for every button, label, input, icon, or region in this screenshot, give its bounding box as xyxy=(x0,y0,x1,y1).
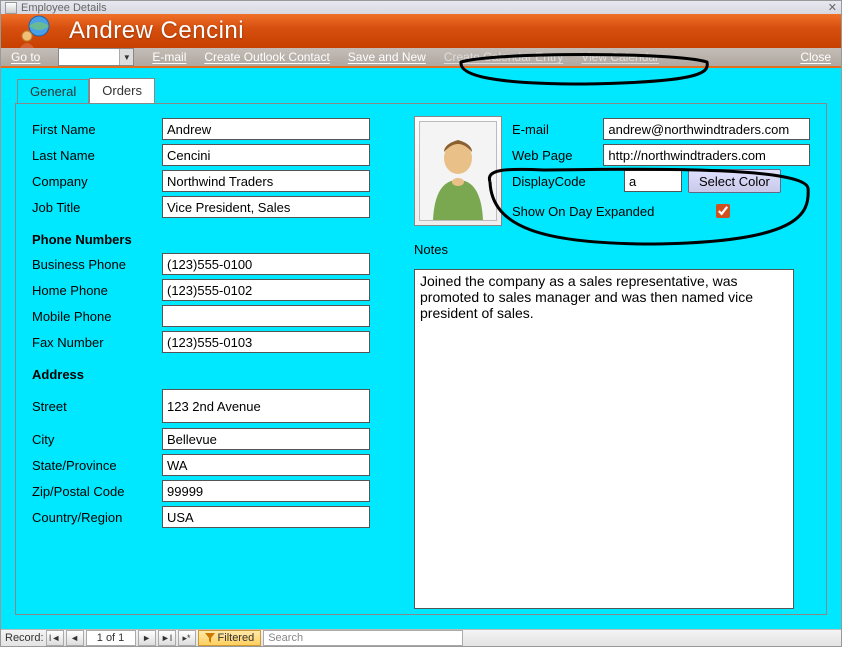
notes-field[interactable] xyxy=(414,269,794,609)
company-field[interactable] xyxy=(162,170,370,192)
fax-field[interactable] xyxy=(162,331,370,353)
goto-label: Go to xyxy=(11,50,40,64)
zip-label: Zip/Postal Code xyxy=(32,484,162,499)
select-color-button[interactable]: Select Color xyxy=(688,169,781,193)
email-field[interactable] xyxy=(603,118,810,140)
show-on-day-expanded-checkbox[interactable] xyxy=(716,204,730,218)
person-icon xyxy=(423,130,493,220)
right-fields: E-mail Web Page DisplayCode Select Color… xyxy=(512,116,810,224)
avatar-image xyxy=(419,121,497,221)
country-field[interactable] xyxy=(162,506,370,528)
mobile-phone-field[interactable] xyxy=(162,305,370,327)
nav-next-button[interactable]: ► xyxy=(138,630,156,646)
show-on-day-expanded-label: Show On Day Expanded xyxy=(512,204,712,219)
job-title-field[interactable] xyxy=(162,196,370,218)
displaycode-field[interactable] xyxy=(624,170,682,192)
tabstrip: General Orders xyxy=(17,78,827,103)
window-close-button[interactable]: ✕ xyxy=(828,1,837,14)
close-command[interactable]: Close xyxy=(800,50,831,64)
street-field[interactable] xyxy=(162,389,370,423)
employee-details-window: Employee Details ✕ Andrew Cencini Go to … xyxy=(0,0,842,647)
chevron-down-icon: ▼ xyxy=(119,49,133,65)
right-column: E-mail Web Page DisplayCode Select Color… xyxy=(414,116,810,224)
business-phone-label: Business Phone xyxy=(32,257,162,272)
tab-general[interactable]: General xyxy=(17,79,89,104)
country-label: Country/Region xyxy=(32,510,162,525)
webpage-label: Web Page xyxy=(512,148,603,163)
record-nav-bar: Record: I◄ ◄ 1 of 1 ► ►I ▸* Filtered Sea… xyxy=(1,629,841,646)
last-name-field[interactable] xyxy=(162,144,370,166)
general-panel: First Name Last Name Company Job Title P… xyxy=(15,103,827,615)
create-calendar-entry-command[interactable]: Create Calendar Entry xyxy=(444,50,563,64)
window-title: Employee Details xyxy=(21,2,828,14)
form-icon xyxy=(5,2,17,14)
header: Andrew Cencini xyxy=(1,14,841,48)
nav-first-button[interactable]: I◄ xyxy=(46,630,64,646)
job-title-label: Job Title xyxy=(32,200,162,215)
state-label: State/Province xyxy=(32,458,162,473)
address-section-heading: Address xyxy=(32,367,162,382)
city-field[interactable] xyxy=(162,428,370,450)
view-calendar-command[interactable]: View Calendar xyxy=(581,50,659,64)
nav-prev-button[interactable]: ◄ xyxy=(66,630,84,646)
save-and-new-command[interactable]: Save and New xyxy=(348,50,426,64)
mobile-phone-label: Mobile Phone xyxy=(32,309,162,324)
goto-combo[interactable]: ▼ xyxy=(58,48,134,66)
fax-label: Fax Number xyxy=(32,335,162,350)
street-label: Street xyxy=(32,399,162,414)
zip-field[interactable] xyxy=(162,480,370,502)
filtered-label: Filtered xyxy=(218,632,255,644)
email-command[interactable]: E-mail xyxy=(152,50,186,64)
employee-name-heading: Andrew Cencini xyxy=(69,17,244,45)
create-outlook-contact-command[interactable]: Create Outlook Contact xyxy=(204,50,329,64)
record-position[interactable]: 1 of 1 xyxy=(86,630,136,646)
avatar-frame[interactable] xyxy=(414,116,502,226)
notes-label: Notes xyxy=(414,242,448,257)
home-phone-field[interactable] xyxy=(162,279,370,301)
search-box[interactable]: Search xyxy=(263,630,463,646)
filtered-indicator[interactable]: Filtered xyxy=(198,630,262,646)
filter-icon xyxy=(205,633,215,643)
email-label: E-mail xyxy=(512,122,603,137)
record-label: Record: xyxy=(5,632,44,644)
last-name-label: Last Name xyxy=(32,148,162,163)
content-area: General Orders First Name Last Name Comp… xyxy=(1,68,841,629)
displaycode-label: DisplayCode xyxy=(512,174,624,189)
state-field[interactable] xyxy=(162,454,370,476)
titlebar: Employee Details ✕ xyxy=(1,1,841,14)
business-phone-field[interactable] xyxy=(162,253,370,275)
toolbar: Go to ▼ E-mail Create Outlook Contact Sa… xyxy=(1,48,841,68)
webpage-field[interactable] xyxy=(603,144,810,166)
nav-new-button[interactable]: ▸* xyxy=(178,630,196,646)
city-label: City xyxy=(32,432,162,447)
first-name-field[interactable] xyxy=(162,118,370,140)
first-name-label: First Name xyxy=(32,122,162,137)
phone-section-heading: Phone Numbers xyxy=(32,232,162,247)
tab-orders[interactable]: Orders xyxy=(89,78,155,103)
home-phone-label: Home Phone xyxy=(32,283,162,298)
nav-last-button[interactable]: ►I xyxy=(158,630,176,646)
company-label: Company xyxy=(32,174,162,189)
globe-person-icon xyxy=(17,14,51,48)
